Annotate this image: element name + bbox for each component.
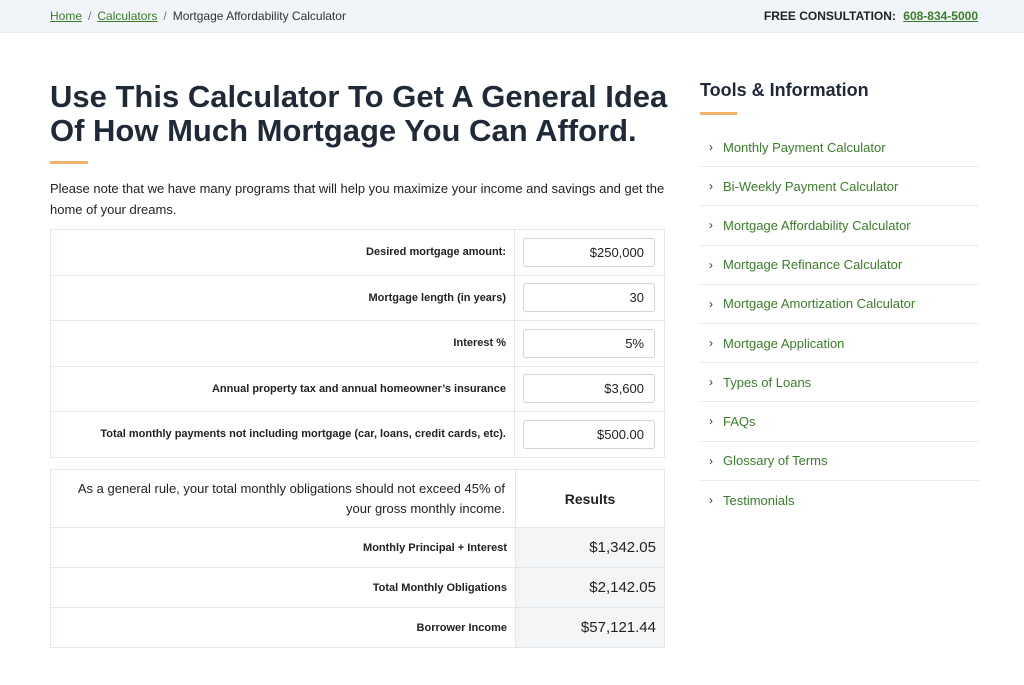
result-label-principal-interest: Monthly Principal + Interest — [50, 527, 516, 568]
sidebar-item-faqs[interactable]: › FAQs — [700, 402, 979, 442]
sidebar-item-label[interactable]: FAQs — [723, 414, 756, 429]
sidebar-item-monthly-payment[interactable]: › Monthly Payment Calculator — [700, 128, 979, 168]
breadcrumb-calculators-link[interactable]: Calculators — [97, 9, 157, 23]
breadcrumb-home-link[interactable]: Home — [50, 9, 82, 23]
sidebar-title: Tools & Information — [700, 80, 869, 100]
breadcrumb: Home / Calculators / Mortgage Affordabil… — [50, 9, 346, 23]
sidebar-item-amortization[interactable]: › Mortgage Amortization Calculator — [700, 285, 979, 324]
sidebar-item-glossary[interactable]: › Glossary of Terms — [700, 442, 979, 481]
heading-accent-bar — [50, 161, 88, 164]
result-row-principal-interest: Monthly Principal + Interest $1,342.05 — [50, 527, 665, 568]
breadcrumb-separator: / — [163, 9, 167, 23]
interest-rate-input[interactable] — [523, 328, 655, 358]
tax-insurance-input[interactable] — [523, 374, 655, 404]
calc-label-mortgage-length: Mortgage length (in years) — [50, 274, 515, 321]
calc-row-tax-insurance: Annual property tax and annual homeowner… — [50, 365, 665, 412]
chevron-right-icon: › — [709, 218, 713, 233]
result-row-total-obligations: Total Monthly Obligations $2,142.05 — [50, 567, 665, 608]
chevron-right-icon: › — [709, 375, 713, 390]
chevron-right-icon: › — [709, 493, 713, 508]
monthly-payments-input[interactable] — [523, 419, 655, 449]
calc-label-interest: Interest % — [50, 320, 515, 367]
result-value-principal-interest: $1,342.05 — [515, 527, 665, 568]
results-header-row: As a general rule, your total monthly ob… — [50, 469, 665, 528]
calc-row-monthly-payments: Total monthly payments not including mor… — [50, 411, 665, 458]
page-title: Use This Calculator To Get A General Ide… — [50, 79, 668, 148]
consultation-phone-link[interactable]: 608-834-5000 — [903, 9, 978, 23]
sidebar-item-label[interactable]: Testimonials — [723, 493, 795, 508]
results-note: As a general rule, your total monthly ob… — [50, 469, 516, 528]
sidebar-item-label[interactable]: Glossary of Terms — [723, 453, 828, 468]
chevron-right-icon: › — [709, 257, 713, 272]
chevron-right-icon: › — [709, 296, 713, 311]
sidebar-item-label[interactable]: Mortgage Refinance Calculator — [723, 257, 902, 272]
chevron-right-icon: › — [709, 179, 713, 194]
sidebar-item-label[interactable]: Mortgage Application — [723, 336, 844, 351]
calc-row-interest: Interest % — [50, 320, 665, 367]
result-value-total-obligations: $2,142.05 — [515, 567, 665, 608]
result-label-total-obligations: Total Monthly Obligations — [50, 567, 516, 608]
sidebar-item-label[interactable]: Types of Loans — [723, 375, 811, 390]
free-consultation: FREE CONSULTATION: 608-834-5000 — [764, 9, 978, 23]
sidebar-item-testimonials[interactable]: › Testimonials — [700, 481, 979, 520]
mortgage-amount-input[interactable] — [523, 237, 655, 267]
chevron-right-icon: › — [709, 414, 713, 429]
chevron-right-icon: › — [709, 453, 713, 468]
sidebar-item-label[interactable]: Bi-Weekly Payment Calculator — [723, 179, 898, 194]
calc-label-tax-insurance: Annual property tax and annual homeowner… — [50, 365, 515, 412]
calc-row-mortgage-amount: Desired mortgage amount: — [50, 229, 665, 276]
sidebar-item-types-of-loans[interactable]: › Types of Loans — [700, 363, 979, 403]
result-label-borrower-income: Borrower Income — [50, 607, 516, 648]
calc-label-mortgage-amount: Desired mortgage amount: — [50, 229, 515, 276]
sidebar-item-label[interactable]: Mortgage Affordability Calculator — [723, 218, 911, 233]
result-row-borrower-income: Borrower Income $57,121.44 — [50, 607, 665, 648]
calc-label-monthly-payments: Total monthly payments not including mor… — [50, 411, 515, 458]
breadcrumb-current: Mortgage Affordability Calculator — [172, 9, 346, 23]
chevron-right-icon: › — [709, 140, 713, 155]
mortgage-length-input[interactable] — [523, 283, 655, 313]
sidebar-item-bi-weekly-payment[interactable]: › Bi-Weekly Payment Calculator — [700, 167, 979, 207]
results-heading: Results — [515, 469, 665, 528]
calc-row-mortgage-length: Mortgage length (in years) — [50, 274, 665, 321]
calculator-form: Desired mortgage amount: Mortgage length… — [50, 229, 665, 458]
sidebar-accent-bar — [700, 112, 737, 115]
result-value-borrower-income: $57,121.44 — [515, 607, 665, 648]
sidebar-item-application[interactable]: › Mortgage Application — [700, 324, 979, 364]
intro-text: Please note that we have many programs t… — [50, 181, 665, 217]
sidebar-nav: › Monthly Payment Calculator › Bi-Weekly P… — [700, 128, 979, 520]
breadcrumb-separator: / — [88, 9, 92, 23]
sidebar-item-affordability[interactable]: › Mortgage Affordability Calculator — [700, 206, 979, 246]
consultation-label: FREE CONSULTATION: — [763, 9, 896, 23]
results-table: As a general rule, your total monthly ob… — [50, 469, 665, 648]
sidebar-item-label[interactable]: Mortgage Amortization Calculator — [723, 296, 915, 311]
sidebar-item-refinance[interactable]: › Mortgage Refinance Calculator — [700, 246, 979, 285]
sidebar-item-label[interactable]: Monthly Payment Calculator — [723, 140, 886, 155]
chevron-right-icon: › — [709, 336, 713, 351]
top-bar: Home / Calculators / Mortgage Affordabil… — [0, 0, 1024, 33]
